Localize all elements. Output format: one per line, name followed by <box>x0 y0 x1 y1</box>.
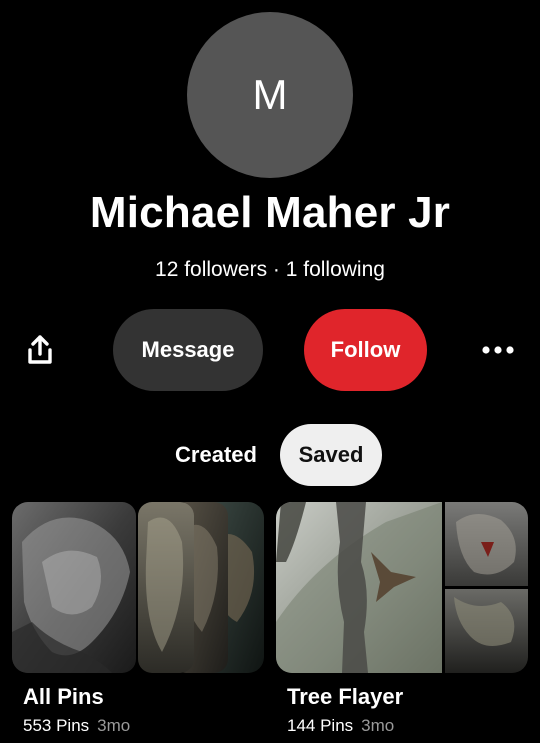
board-pin-count: 144 Pins <box>287 716 354 735</box>
follow-button[interactable]: Follow <box>304 309 427 391</box>
board-age: 3mo <box>97 716 131 735</box>
message-button-label: Message <box>141 337 235 362</box>
message-button[interactable]: Message <box>113 309 263 391</box>
board-title-all-pins[interactable]: All Pins <box>23 684 104 710</box>
tab-created-label: Created <box>175 442 257 467</box>
follow-button-label: Follow <box>330 337 401 362</box>
tab-created[interactable]: Created <box>165 424 267 486</box>
board-meta-all-pins: 553 Pins 3mo <box>23 716 130 736</box>
board-cover-image <box>12 502 264 673</box>
avatar-initial: M <box>252 71 288 118</box>
more-button[interactable] <box>478 336 518 364</box>
share-icon <box>28 335 52 364</box>
more-icon <box>482 346 514 354</box>
board-cover-all-pins[interactable] <box>12 502 264 673</box>
tab-saved[interactable]: Saved <box>280 424 382 486</box>
board-pin-count: 553 Pins <box>23 716 90 735</box>
board-cover-image <box>276 502 528 673</box>
follow-stats[interactable]: 12 followers · 1 following <box>0 258 540 282</box>
share-button[interactable] <box>20 328 60 372</box>
profile-name: Michael Maher Jr <box>89 188 451 237</box>
board-meta-tree-flayer: 144 Pins 3mo <box>287 716 394 736</box>
profile-avatar[interactable]: M <box>187 12 353 178</box>
board-age: 3mo <box>361 716 395 735</box>
board-cover-tree-flayer[interactable] <box>276 502 528 673</box>
tab-saved-label: Saved <box>298 442 364 467</box>
board-title-tree-flayer[interactable]: Tree Flayer <box>287 684 403 710</box>
